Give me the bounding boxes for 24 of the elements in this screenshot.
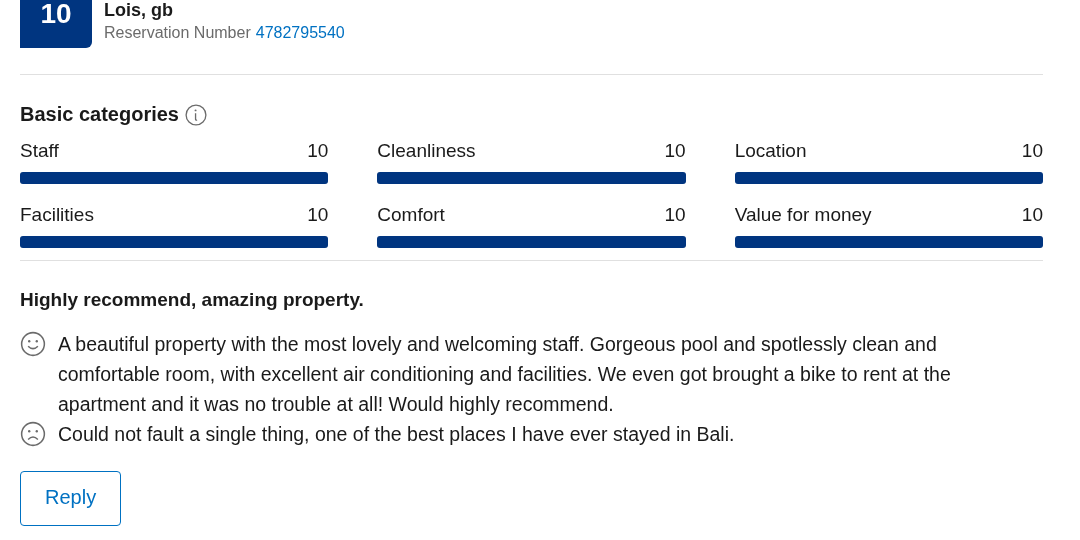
reply-button[interactable]: Reply <box>20 471 122 526</box>
review-text: Could not fault a single thing, one of the best places I have ever stayed in Bali. <box>58 422 735 447</box>
category-name: Staff <box>20 140 59 162</box>
reservation-link[interactable]: 4782795540 <box>255 24 345 42</box>
category-score: 10 <box>664 204 686 226</box>
category-score: 10 <box>307 204 329 226</box>
category-name: Location <box>734 140 807 162</box>
frown-icon <box>20 421 46 447</box>
reviewer-name: Lois, gb <box>104 0 174 20</box>
review-text: A beautiful property with the most lovely and welcoming staff. Gorgeous pool and spotlessly clean and comfortable room, with excellent air conditioning and facilities. We even got brought a bike to rent at the apartment and it was no trouble at all! Would highly recommend. <box>58 332 952 417</box>
category-score: 10 <box>1021 204 1043 226</box>
reservation-label: Reservation Number <box>104 24 251 42</box>
info-icon[interactable] <box>185 103 207 126</box>
category-name: Value for money <box>734 204 872 226</box>
smiley-icon <box>20 331 46 357</box>
category-score: 10 <box>307 140 329 162</box>
category-name: Comfort <box>377 204 445 226</box>
category-score: 10 <box>1021 140 1043 162</box>
category-name: Facilities <box>20 204 94 226</box>
category-name: Cleanliness <box>377 140 476 162</box>
category-score: 10 <box>664 140 686 162</box>
score-badge: 10 <box>20 0 92 48</box>
review-title: Highly recommend, amazing property. <box>20 289 365 311</box>
section-title: Basic categories <box>20 103 179 126</box>
